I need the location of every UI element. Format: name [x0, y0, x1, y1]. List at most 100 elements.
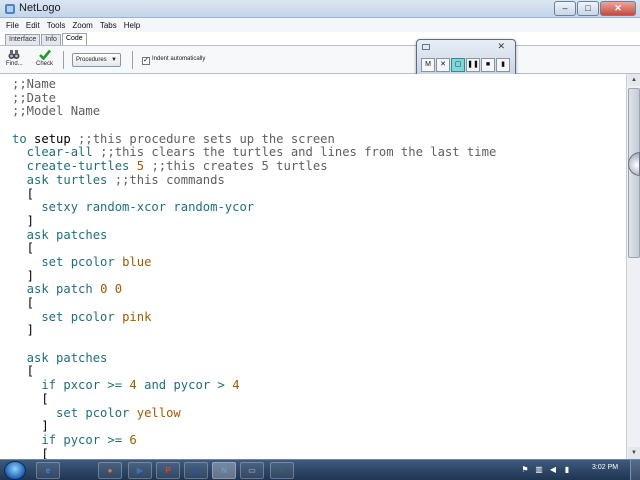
code-token: pycor — [173, 378, 218, 393]
code-token: ask — [12, 227, 57, 242]
taskbar-excel-icon[interactable]: X — [270, 462, 294, 479]
code-line: [ — [12, 392, 625, 407]
indent-automatically-checkbox[interactable]: ✓ — [142, 57, 150, 65]
recorder-close-button[interactable]: ✕ — [497, 41, 505, 52]
code-token: [ — [12, 296, 35, 310]
code-line: clear-all ;;this clears the turtles and … — [12, 146, 625, 160]
grip-handle-icon[interactable] — [422, 44, 430, 50]
code-token: pcolor — [70, 254, 123, 269]
menu-tools[interactable]: Tools — [47, 21, 66, 30]
code-token: ;;Model Name — [12, 104, 101, 119]
window-title: NetLogo — [19, 2, 61, 14]
code-line: ask turtles ;;this commands — [12, 172, 625, 188]
maximize-button[interactable]: □ — [577, 1, 599, 16]
battery-icon[interactable]: ▮ — [562, 465, 572, 475]
window-controls: ‒ □ ✕ — [553, 1, 636, 16]
recorder-mark-button[interactable]: M — [421, 58, 435, 72]
code-token: ;;Name — [12, 77, 57, 91]
code-line: set pcolor blue — [12, 254, 625, 270]
code-token: pycor — [63, 432, 108, 447]
recorder-toolbar[interactable]: ✕ M ✕ ▢ ❚❚ ■ ▮ — [416, 39, 516, 79]
code-token: ask — [12, 350, 57, 365]
netlogo-app-icon — [5, 4, 15, 14]
code-token: blue — [122, 254, 152, 269]
code-token: ] — [12, 268, 35, 283]
procedures-label: Procedures — [76, 57, 107, 63]
taskbar-netlogo-icon[interactable]: N — [212, 462, 236, 479]
code-token: ask — [12, 172, 57, 187]
code-token: create-turtles — [12, 159, 137, 174]
menu-file[interactable]: File — [6, 21, 19, 30]
tab-code[interactable]: Code — [61, 33, 87, 45]
close-button[interactable]: ✕ — [600, 1, 636, 16]
checkmark-icon — [38, 49, 51, 60]
code-token: [ — [12, 186, 35, 201]
code-token: set — [12, 309, 71, 324]
recorder-buttons: M ✕ ▢ ❚❚ ■ ▮ — [421, 58, 511, 72]
check-label: Check — [36, 61, 54, 67]
menu-edit[interactable]: Edit — [26, 21, 40, 30]
taskbar-media-player-icon[interactable]: ▶ — [128, 462, 152, 479]
code-line: ;;Name — [12, 77, 625, 92]
code-editor[interactable]: ;;Name ;;Date ;;Model Name to setup ;;this… — [0, 74, 625, 459]
taskbar-powerpoint-icon[interactable]: P — [156, 462, 180, 479]
menu-bar: File Edit Tools Zoom Tabs Help — [0, 18, 640, 32]
tab-info[interactable]: Info — [41, 34, 61, 45]
taskbar-word-icon[interactable]: W — [184, 462, 208, 479]
code-token: pink — [122, 309, 152, 324]
recorder-region-button[interactable]: ▢ — [451, 58, 465, 72]
code-token: turtles — [56, 172, 115, 187]
check-button[interactable]: Check — [36, 49, 53, 67]
taskbar-recorder-icon[interactable]: ▭ — [240, 462, 264, 479]
scroll-down-icon[interactable]: ▼ — [628, 447, 640, 459]
code-token: and — [144, 378, 174, 393]
menu-zoom[interactable]: Zoom — [72, 21, 92, 30]
code-line: set pcolor pink — [12, 309, 625, 325]
tab-interface[interactable]: Interface — [5, 34, 41, 45]
show-desktop-button[interactable] — [630, 460, 640, 480]
clock[interactable]: 3:02 PM — [592, 464, 618, 471]
menu-tabs[interactable]: Tabs — [100, 21, 117, 30]
code-token: [ — [12, 364, 35, 379]
code-line: ] — [12, 324, 625, 338]
code-line: ;;Model Name — [12, 105, 625, 119]
code-token: ;;this creates 5 turtles — [151, 159, 328, 174]
start-button[interactable] — [4, 461, 26, 480]
code-line: ] — [12, 214, 625, 229]
code-line: ask patches — [12, 227, 625, 243]
toolbar-divider — [63, 51, 64, 69]
code-token: clear-all — [12, 145, 101, 160]
code-token: ;;Date — [12, 90, 57, 105]
vertical-scrollbar[interactable]: ▲ ▼ — [626, 74, 640, 459]
flag-icon[interactable]: ⚑ — [520, 465, 530, 475]
code-line: ] — [12, 268, 625, 284]
minimize-button[interactable]: ‒ — [554, 1, 576, 16]
taskbar-firefox-icon[interactable]: ● — [98, 462, 122, 479]
code-line: set pcolor yellow — [12, 406, 625, 421]
code-token: ] — [12, 419, 49, 434]
find-button[interactable]: Find... — [6, 49, 23, 67]
code-line: setxy random-xcor random-ycor — [12, 200, 625, 215]
menu-help[interactable]: Help — [124, 21, 140, 30]
code-line: ask patch 0 0 — [12, 282, 625, 297]
code-token: to — [12, 131, 35, 146]
network-icon[interactable]: ▥ — [534, 465, 544, 475]
tab-strip: Interface Info Code — [5, 33, 88, 45]
recorder-cancel-button[interactable]: ✕ — [436, 58, 450, 72]
code-token: 5 — [136, 159, 152, 174]
recorder-stop-button[interactable]: ■ — [481, 58, 495, 72]
recorder-pause-button[interactable]: ❚❚ — [466, 58, 480, 72]
volume-icon[interactable]: ◀ — [548, 465, 558, 475]
code-line: create-turtles 5 ;;this creates 5 turtle… — [12, 159, 625, 174]
code-token: [ — [12, 446, 49, 459]
taskbar-internet-explorer-icon[interactable]: e — [36, 462, 60, 479]
code-toolbar: Find... Check Procedures ▼ ✓ Indent auto… — [0, 45, 640, 74]
scroll-up-icon[interactable]: ▲ — [628, 74, 640, 86]
code-token: ask — [12, 282, 57, 297]
code-token: 4 — [129, 378, 145, 393]
code-line: ] — [12, 419, 625, 434]
recorder-marker-button[interactable]: ▮ — [496, 58, 510, 72]
code-token: 4 — [232, 378, 240, 393]
procedures-dropdown[interactable]: Procedures ▼ — [72, 53, 121, 67]
